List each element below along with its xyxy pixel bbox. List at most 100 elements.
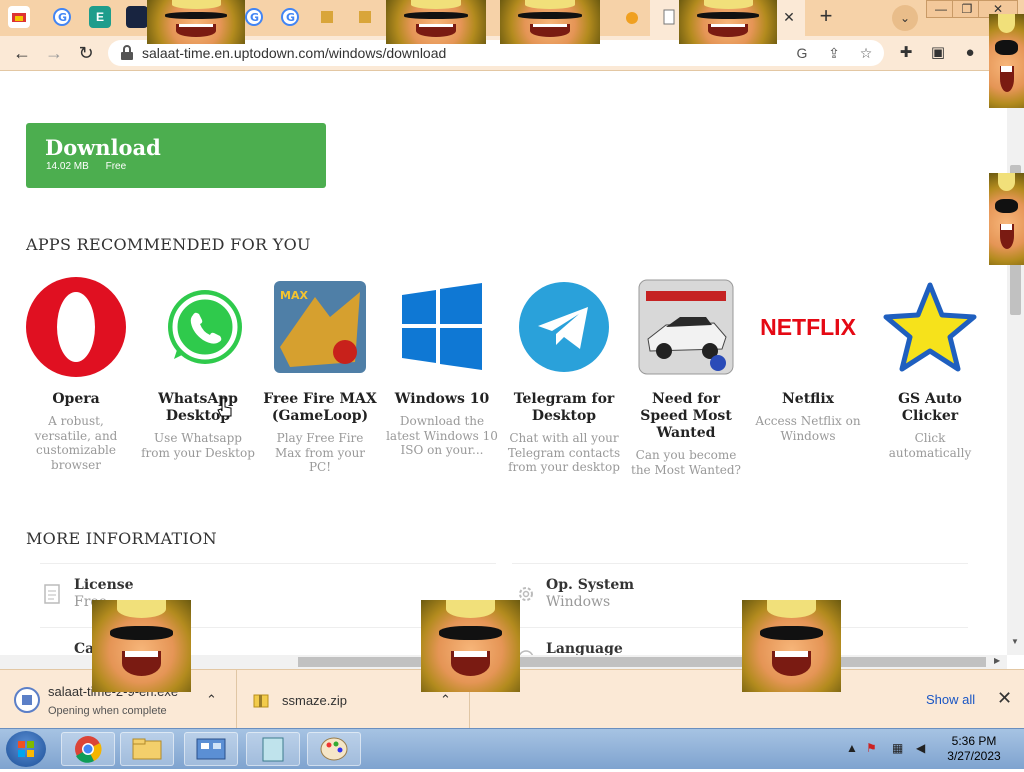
tab-favicon-8[interactable]	[354, 6, 376, 28]
address-url[interactable]: salaat-time.en.uptodown.com/windows/down…	[142, 45, 446, 61]
download-license: Free	[105, 161, 127, 172]
taskbar-explorer[interactable]	[120, 732, 174, 766]
chrome-icon	[75, 736, 102, 763]
app-description: Play Free Fire Max from your PC!	[274, 431, 366, 474]
app-card-whatsapp[interactable]: WhatsApp Desktop Use Whatsapp from your …	[141, 277, 255, 460]
character-sticker	[92, 600, 191, 692]
letter-e-icon: E	[95, 10, 104, 24]
taskbar-clock[interactable]: 5:36 PM 3/27/2023	[942, 734, 1006, 764]
extensions-icon[interactable]: ✚	[896, 43, 916, 63]
svg-text:MAX: MAX	[280, 289, 308, 302]
scroll-right-arrow-icon[interactable]: ▶	[994, 656, 1000, 665]
svg-text:G: G	[58, 11, 67, 24]
google-icon: G	[245, 8, 263, 26]
tab-favicon-7[interactable]	[316, 6, 338, 28]
profile-icon[interactable]: ●	[960, 43, 980, 63]
recommended-title: APPS RECOMMENDED FOR YOU	[26, 235, 311, 254]
info-value: Windows	[546, 594, 611, 610]
horizontal-scroll-thumb[interactable]	[298, 657, 986, 667]
app-name: Telegram for Desktop	[513, 391, 615, 424]
network-icon[interactable]: ▦	[892, 741, 903, 755]
volume-muted-icon[interactable]: ◀	[916, 741, 925, 755]
character-sticker	[742, 600, 841, 692]
show-all-downloads-link[interactable]: Show all	[926, 692, 975, 707]
tab-favicon-1[interactable]	[8, 6, 30, 28]
arrow-left-icon: ←	[13, 43, 31, 63]
new-tab-button[interactable]: +	[814, 5, 838, 29]
close-shelf-button[interactable]: ✕	[997, 688, 1012, 709]
app-card-windows-10[interactable]: Windows 10 Download the latest Windows 1…	[385, 277, 499, 458]
bookmark-star-icon[interactable]: ☆	[856, 43, 876, 63]
app-card-telegram[interactable]: Telegram for Desktop Chat with all your …	[507, 277, 621, 475]
app-card-opera[interactable]: Opera A robust, versatile, and customiza…	[19, 277, 133, 472]
character-sticker	[500, 0, 600, 44]
taskbar-notepad[interactable]	[246, 732, 300, 766]
zip-folder-icon	[253, 694, 269, 708]
forward-button[interactable]: →	[42, 41, 66, 65]
tab-google-2[interactable]: G	[243, 6, 265, 28]
taskbar-paint[interactable]	[307, 732, 361, 766]
control-panel-icon	[196, 738, 226, 760]
app-card-gs-auto-clicker[interactable]: GS Auto Clicker Click automatically	[873, 277, 987, 460]
scroll-down-arrow-icon[interactable]: ▼	[1011, 637, 1019, 646]
page-content: Download 14.02 MB Free APPS RECOMMENDED …	[0, 71, 1007, 655]
restore-icon: ❐	[961, 2, 973, 16]
netflix-logo-text: NETFLIX	[760, 314, 856, 340]
svg-text:G: G	[286, 11, 295, 24]
character-sticker	[421, 600, 520, 692]
app-card-need-for-speed[interactable]: Need for Speed Most Wanted Can you becom…	[629, 277, 743, 477]
hand-cursor-icon	[217, 397, 232, 417]
tab-close-button[interactable]: ✕	[778, 6, 800, 28]
reload-icon: ↻	[78, 43, 94, 63]
info-op-system: Op. System Windows	[512, 563, 968, 620]
side-panel-icon[interactable]: ▣	[928, 43, 948, 63]
taskbar-chrome[interactable]	[61, 732, 115, 766]
character-sticker	[989, 173, 1024, 265]
back-button[interactable]: ←	[10, 41, 34, 65]
app-description: Chat with all your Telegram contacts fro…	[507, 431, 621, 474]
folder-icon	[132, 738, 162, 760]
info-label: License	[74, 577, 134, 593]
tab-uptodown[interactable]	[658, 6, 680, 28]
license-icon	[44, 584, 60, 604]
tab-favicon-4[interactable]	[126, 6, 148, 28]
app-name: Opera	[52, 391, 100, 407]
info-label: Op. System	[546, 577, 635, 593]
puzzle-game-icon	[321, 11, 333, 23]
app-card-free-fire-max[interactable]: MAX Free Fire MAX (GameLoop) Play Free F…	[263, 277, 377, 475]
start-button[interactable]	[6, 731, 46, 767]
character-sticker	[679, 0, 777, 44]
tray-expand-icon[interactable]: ▲	[846, 741, 858, 755]
free-fire-max-icon: MAX	[270, 277, 370, 377]
tab-favicon-3[interactable]: E	[89, 6, 111, 28]
google-lens-icon[interactable]: G	[792, 43, 812, 63]
download-button[interactable]: Download 14.02 MB Free	[26, 123, 326, 188]
installer-file-icon	[14, 687, 40, 713]
action-center-icon[interactable]: ⚑	[866, 741, 877, 755]
arrow-right-icon: →	[45, 43, 63, 63]
tab-google-1[interactable]: G	[51, 6, 73, 28]
helmet-icon	[626, 12, 638, 24]
app-name: Need for Speed Most Wanted	[640, 391, 732, 441]
gs-auto-clicker-icon	[880, 277, 980, 377]
info-language: Language	[512, 627, 968, 655]
share-icon[interactable]: ⇪	[824, 43, 844, 63]
tab-favicon-9[interactable]	[621, 6, 643, 28]
app-card-netflix[interactable]: NETFLIX Netflix Access Netflix on Window…	[751, 277, 865, 443]
telegram-icon	[514, 277, 614, 377]
download-size: 14.02 MB	[46, 161, 89, 172]
chevron-up-icon[interactable]: ⌃	[440, 692, 451, 708]
vertical-scrollbar[interactable]: ▼	[1007, 71, 1024, 655]
reload-button[interactable]: ↻	[74, 41, 98, 65]
windows-icon	[392, 277, 492, 377]
app-name: Windows 10	[394, 391, 490, 407]
app-description: Use Whatsapp from your Desktop	[141, 431, 255, 460]
chevron-up-icon[interactable]: ⌃	[206, 692, 217, 708]
taskbar-control-panel[interactable]	[184, 732, 238, 766]
tab-google-3[interactable]: G	[279, 6, 301, 28]
info-label: Language	[546, 641, 623, 655]
tab-search-button[interactable]: ⌄	[892, 5, 918, 31]
puzzle-game-icon	[359, 11, 371, 23]
character-sticker	[386, 0, 486, 44]
app-description: Click automatically	[888, 431, 972, 460]
